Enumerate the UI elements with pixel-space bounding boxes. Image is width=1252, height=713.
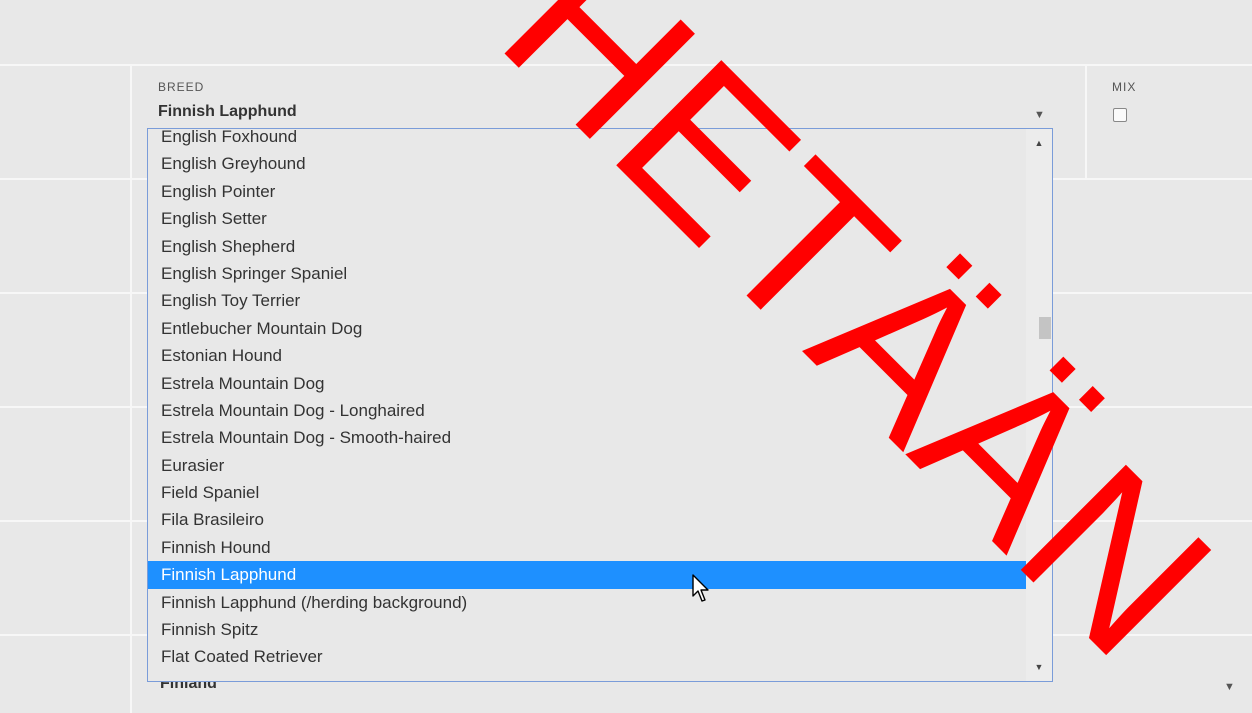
breed-options: English Foxhound English Greyhound English… (148, 129, 1026, 671)
breed-option[interactable]: English Toy Terrier (148, 287, 1026, 314)
column-divider (130, 64, 132, 713)
dropdown-scrollbar[interactable]: ▲ ▼ (1026, 129, 1052, 681)
column-divider (1085, 64, 1087, 178)
mix-label: MIX (1112, 80, 1137, 94)
breed-option[interactable]: Fila Brasileiro (148, 506, 1026, 533)
mix-checkbox[interactable] (1113, 108, 1127, 122)
breed-option[interactable]: Finnish Hound (148, 534, 1026, 561)
breed-option[interactable]: English Setter (148, 205, 1026, 232)
breed-option[interactable]: Estrela Mountain Dog - Longhaired (148, 397, 1026, 424)
breed-option[interactable]: Estrela Mountain Dog (148, 370, 1026, 397)
breed-option[interactable]: Field Spaniel (148, 479, 1026, 506)
breed-option[interactable]: Finnish Lapphund (/herding background) (148, 589, 1026, 616)
breed-option[interactable]: English Pointer (148, 178, 1026, 205)
country-dropdown-arrow-icon[interactable]: ▼ (1224, 681, 1235, 693)
breed-option[interactable]: Entlebucher Mountain Dog (148, 315, 1026, 342)
scroll-down-icon[interactable]: ▼ (1026, 657, 1052, 677)
row-divider (0, 64, 1252, 66)
breed-option[interactable]: Estonian Hound (148, 342, 1026, 369)
scroll-up-icon[interactable]: ▲ (1026, 133, 1052, 153)
breed-option[interactable]: Estrela Mountain Dog - Smooth-haired (148, 424, 1026, 451)
breed-dropdown-list[interactable]: English Foxhound English Greyhound English… (147, 128, 1053, 682)
mouse-pointer-icon (692, 574, 709, 602)
breed-option[interactable]: Finnish Spitz (148, 616, 1026, 643)
breed-label: BREED (158, 80, 205, 94)
breed-option[interactable]: English Shepherd (148, 233, 1026, 260)
breed-option[interactable]: Flat Coated Retriever (148, 643, 1026, 670)
scroll-thumb[interactable] (1039, 317, 1051, 339)
breed-dropdown-arrow-icon[interactable]: ▼ (1034, 109, 1045, 121)
breed-option[interactable]: English Springer Spaniel (148, 260, 1026, 287)
breed-option-selected[interactable]: Finnish Lapphund (148, 561, 1026, 589)
breed-select[interactable]: Finnish Lapphund (158, 103, 297, 121)
breed-option[interactable]: English Greyhound (148, 150, 1026, 177)
breed-option[interactable]: English Foxhound (148, 129, 1026, 150)
breed-option[interactable]: Eurasier (148, 452, 1026, 479)
